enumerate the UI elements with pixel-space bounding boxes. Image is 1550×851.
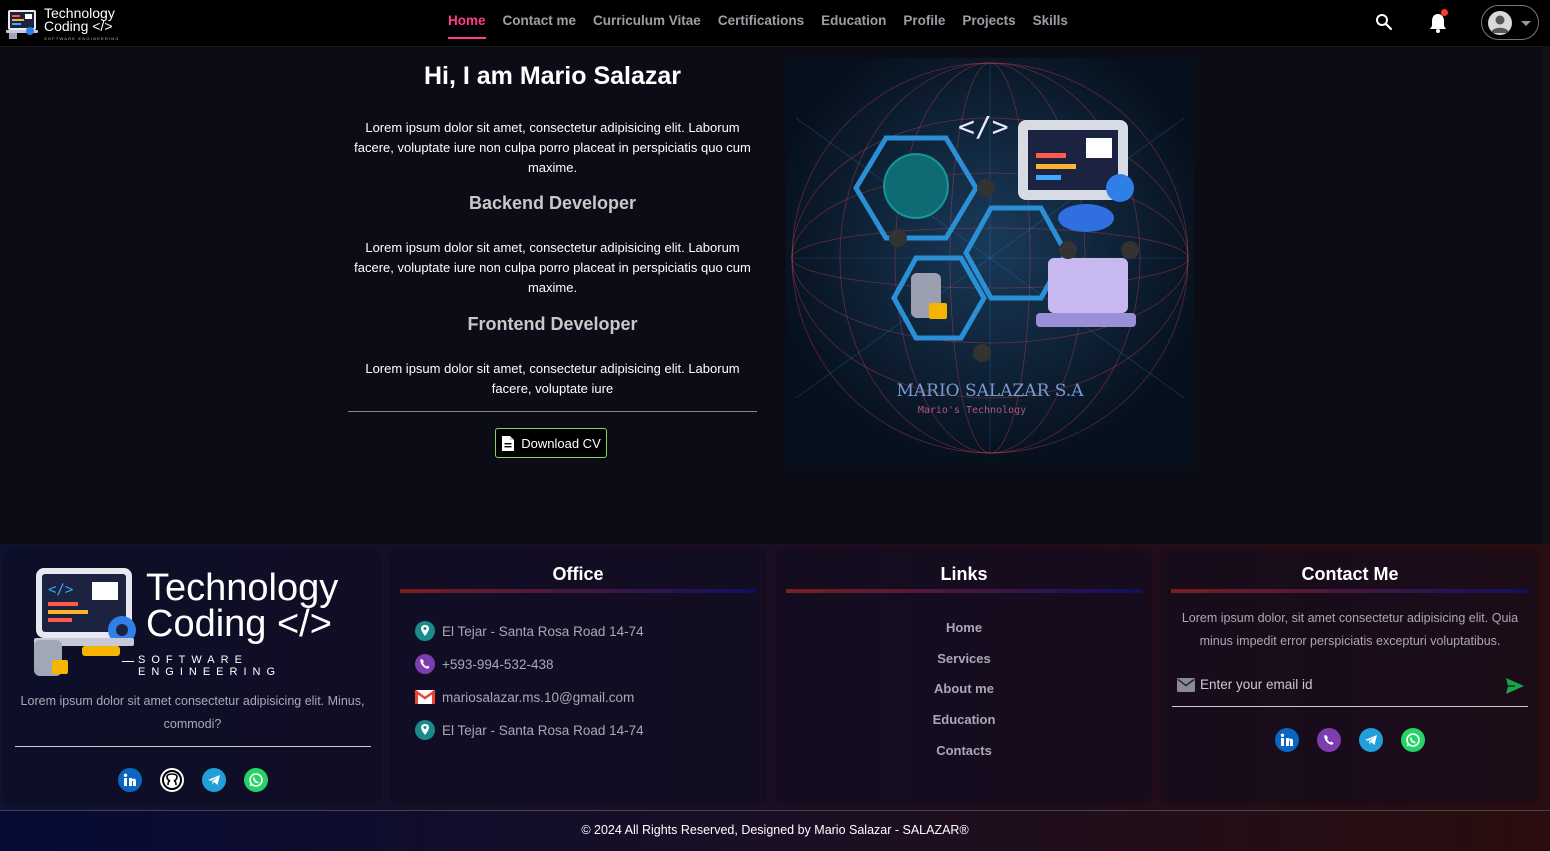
viber-phone-icon (415, 654, 435, 674)
footer-links-list: Home Services About me Education Contact… (778, 613, 1150, 766)
site-logo[interactable]: Technology Coding </> SOFTWARE ENGINEERI… (4, 4, 122, 42)
nav-link-projects[interactable]: Projects (962, 0, 1015, 46)
footer-link-about-me[interactable]: About me (778, 674, 1150, 705)
hero-image-caption: MARIO SALAZAR S.A (896, 381, 1084, 401)
nav-link-skills[interactable]: Skills (1033, 0, 1068, 46)
copyright-bar: © 2024 All Rights Reserved, Designed by … (0, 810, 1550, 851)
frontend-title: Frontend Developer (467, 314, 638, 334)
download-cv-button[interactable]: Download CV (495, 428, 607, 458)
footer: </> Technology Coding </> SOFTWARE ENGIN… (0, 544, 1550, 810)
backend-title: Backend Developer (468, 193, 637, 213)
footer-link-education[interactable]: Education (778, 705, 1150, 736)
nav-link-contact-me[interactable]: Contact me (503, 0, 577, 46)
contact-desc: Lorem ipsum dolor, sit amet consectetur … (1181, 611, 1519, 648)
notifications-button[interactable] (1428, 9, 1448, 34)
hero-intro-text: Lorem ipsum dolor sit amet, consectetur … (354, 120, 751, 175)
footer-logo-line-1: Technology (146, 567, 339, 609)
email-placeholder: Enter your email id (1200, 677, 1313, 692)
download-cv-label: Download CV (521, 435, 601, 451)
scrollbar[interactable] (1543, 46, 1550, 546)
hero-illustration: </> MARIO SALAZAR S.A Mario's Technology (786, 58, 1194, 466)
nav-link-profile[interactable]: Profile (903, 0, 945, 46)
office-address: El Tejar - Santa Rosa Road 14-74 (442, 623, 644, 639)
hero-title: Hi, I am Mario Salazar (423, 62, 682, 90)
github-icon[interactable] (160, 768, 184, 792)
contact-divider (1172, 706, 1528, 707)
gmail-icon (414, 690, 436, 704)
main-menu: Home Contact me Curriculum Vitae Certifi… (448, 0, 1068, 46)
envelope-icon (1177, 678, 1195, 692)
office-address-2: El Tejar - Santa Rosa Road 14-74 (442, 722, 644, 738)
send-icon[interactable] (1505, 677, 1525, 695)
links-title: Links (940, 564, 988, 584)
footer-divider (15, 746, 371, 747)
nav-link-home[interactable]: Home (448, 0, 486, 46)
linkedin-icon[interactable] (1275, 728, 1299, 752)
footer-brand-desc: Lorem ipsum dolor sit amet consectetur a… (20, 694, 365, 731)
hero-image-subcaption: Mario's Technology (918, 405, 1026, 416)
logo-line-2: Coding </> (44, 18, 113, 34)
office-title-bar (400, 589, 756, 593)
newsletter-email-field[interactable]: Enter your email id (1176, 674, 1524, 696)
user-menu-button[interactable] (1481, 5, 1539, 40)
laptop-code-icon (6, 10, 38, 39)
footer-logo-line-3: SOFTWARE ENGINEERING (138, 654, 282, 678)
hero-divider (348, 411, 757, 412)
office-email[interactable]: mariosalazar.ms.10@gmail.com (442, 690, 634, 705)
nav-link-certifications[interactable]: Certifications (718, 0, 804, 46)
nav-link-curriculum-vitae[interactable]: Curriculum Vitae (593, 0, 701, 46)
footer-link-home[interactable]: Home (778, 613, 1150, 644)
logo-line-3: SOFTWARE ENGINEERING (44, 36, 120, 41)
navbar: Technology Coding </> SOFTWARE ENGINEERI… (0, 0, 1550, 47)
chevron-down-icon (1521, 21, 1531, 26)
viber-icon[interactable] (1317, 728, 1341, 752)
footer-link-services[interactable]: Services (778, 644, 1150, 675)
nav-link-education[interactable]: Education (821, 0, 886, 46)
location-pin-icon (415, 720, 435, 740)
contact-social-links (1275, 728, 1425, 752)
frontend-text: Lorem ipsum dolor sit amet, consectetur … (365, 361, 740, 396)
footer-contact-card: Contact Me Lorem ipsum dolor, sit amet c… (1163, 552, 1537, 801)
footer-links-card: Links Home Services About me Education C… (778, 552, 1150, 801)
whatsapp-icon[interactable] (244, 768, 268, 792)
logo-underline (122, 661, 134, 662)
office-title: Office (552, 564, 604, 584)
footer-office-card: Office El Tejar - Santa Rosa Road 14-74 … (392, 552, 764, 801)
footer-social-links (118, 768, 268, 792)
document-icon (502, 435, 515, 451)
telegram-icon[interactable] (202, 768, 226, 792)
office-address-row: El Tejar - Santa Rosa Road 14-74 (414, 620, 644, 642)
office-email-row: mariosalazar.ms.10@gmail.com (414, 686, 634, 708)
footer-logo-line-2: Coding </> (146, 603, 332, 645)
copyright-text: © 2024 All Rights Reserved, Designed by … (581, 823, 969, 837)
backend-text: Lorem ipsum dolor sit amet, consectetur … (354, 240, 751, 295)
search-icon[interactable] (1375, 13, 1393, 31)
links-title-bar (786, 589, 1142, 593)
contact-title-bar (1171, 589, 1529, 593)
svg-text:</>: </> (48, 582, 73, 598)
whatsapp-icon[interactable] (1401, 728, 1425, 752)
telegram-icon[interactable] (1359, 728, 1383, 752)
avatar-icon (1488, 11, 1512, 35)
office-address-row-2: El Tejar - Santa Rosa Road 14-74 (414, 719, 644, 741)
svg-text:</>: </> (958, 110, 1009, 143)
linkedin-icon[interactable] (118, 768, 142, 792)
location-pin-icon (415, 621, 435, 641)
contact-title: Contact Me (1301, 564, 1399, 584)
footer-link-contacts[interactable]: Contacts (778, 736, 1150, 767)
office-phone-row: +593-994-532-438 (414, 653, 553, 675)
notification-badge (1441, 9, 1448, 16)
footer-logo[interactable]: </> Technology Coding </> SOFTWARE ENGIN… (28, 568, 368, 678)
hero-section: Hi, I am Mario Salazar Lorem ipsum dolor… (348, 58, 757, 458)
office-phone: +593-994-532-438 (442, 656, 554, 672)
footer-brand-card: </> Technology Coding </> SOFTWARE ENGIN… (6, 552, 379, 801)
